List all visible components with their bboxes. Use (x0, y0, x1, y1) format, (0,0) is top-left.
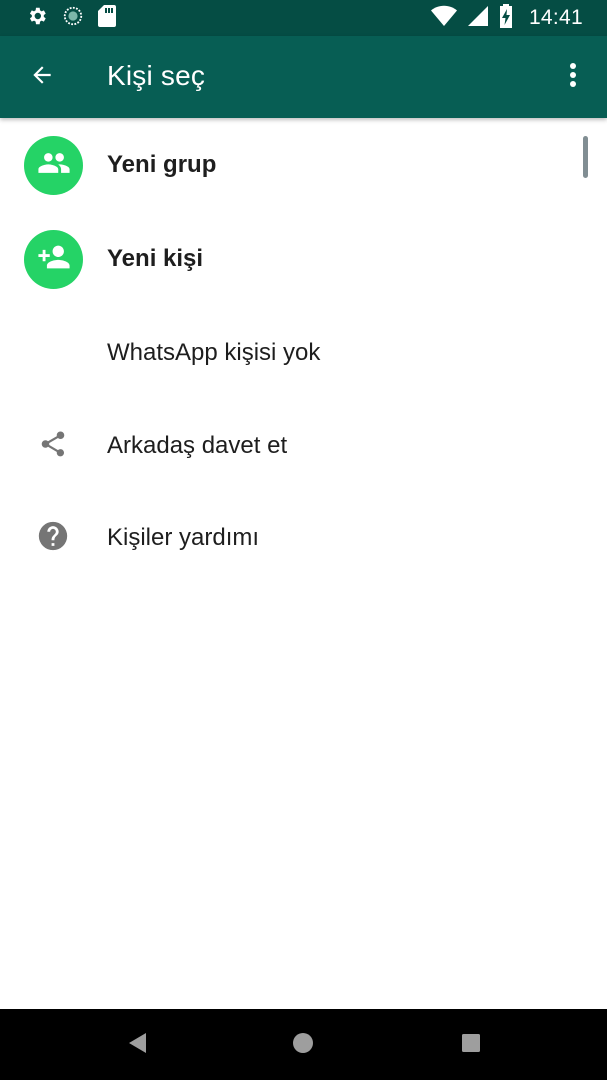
sync-icon (62, 5, 84, 32)
new-group-item[interactable]: Yeni grup (0, 118, 607, 212)
wifi-icon (430, 5, 457, 32)
home-circle-icon (292, 1032, 314, 1059)
nav-home-button[interactable] (289, 1031, 317, 1059)
nav-back-button[interactable] (124, 1031, 152, 1059)
invite-friend-item[interactable]: Arkadaş davet et (0, 400, 607, 492)
no-whatsapp-contacts-label: WhatsApp kişisi yok (107, 339, 321, 366)
share-icon-wrap (36, 429, 70, 463)
share-icon (38, 429, 68, 464)
back-button[interactable] (18, 53, 66, 101)
person-add-icon (37, 240, 71, 279)
no-whatsapp-contacts-item: WhatsApp kişisi yok (0, 306, 607, 400)
invite-friend-label: Arkadaş davet et (107, 432, 288, 459)
arrow-back-icon (29, 62, 55, 93)
group-icon (37, 146, 71, 185)
battery-charging-icon (499, 3, 513, 33)
app-bar: Kişi seç (0, 36, 607, 118)
new-contact-avatar (24, 229, 83, 289)
cell-signal-icon (467, 5, 489, 32)
new-contact-item[interactable]: Yeni kişi (0, 212, 607, 306)
sd-card-icon (98, 4, 116, 32)
new-group-avatar (24, 135, 83, 195)
new-contact-label: Yeni kişi (107, 245, 204, 272)
more-vert-icon (569, 62, 577, 93)
help-icon (36, 519, 70, 558)
new-group-label: Yeni grup (107, 151, 217, 178)
more-options-button[interactable] (553, 53, 593, 101)
status-time: 14:41 (528, 6, 583, 29)
contacts-help-label: Kişiler yardımı (107, 524, 260, 551)
system-nav-bar (0, 1009, 607, 1080)
recents-square-icon (461, 1033, 481, 1058)
status-bar: 14:41 (0, 0, 607, 36)
contact-options-list: Yeni grup Yeni kişi WhatsApp kişisi yok … (0, 118, 607, 584)
back-triangle-icon (128, 1032, 148, 1059)
help-icon-wrap (36, 521, 70, 555)
contacts-help-item[interactable]: Kişiler yardımı (0, 492, 607, 584)
page-title: Kişi seç (107, 60, 206, 91)
scrollbar[interactable] (583, 136, 588, 178)
nav-recents-button[interactable] (457, 1031, 485, 1059)
settings-icon (26, 5, 48, 32)
